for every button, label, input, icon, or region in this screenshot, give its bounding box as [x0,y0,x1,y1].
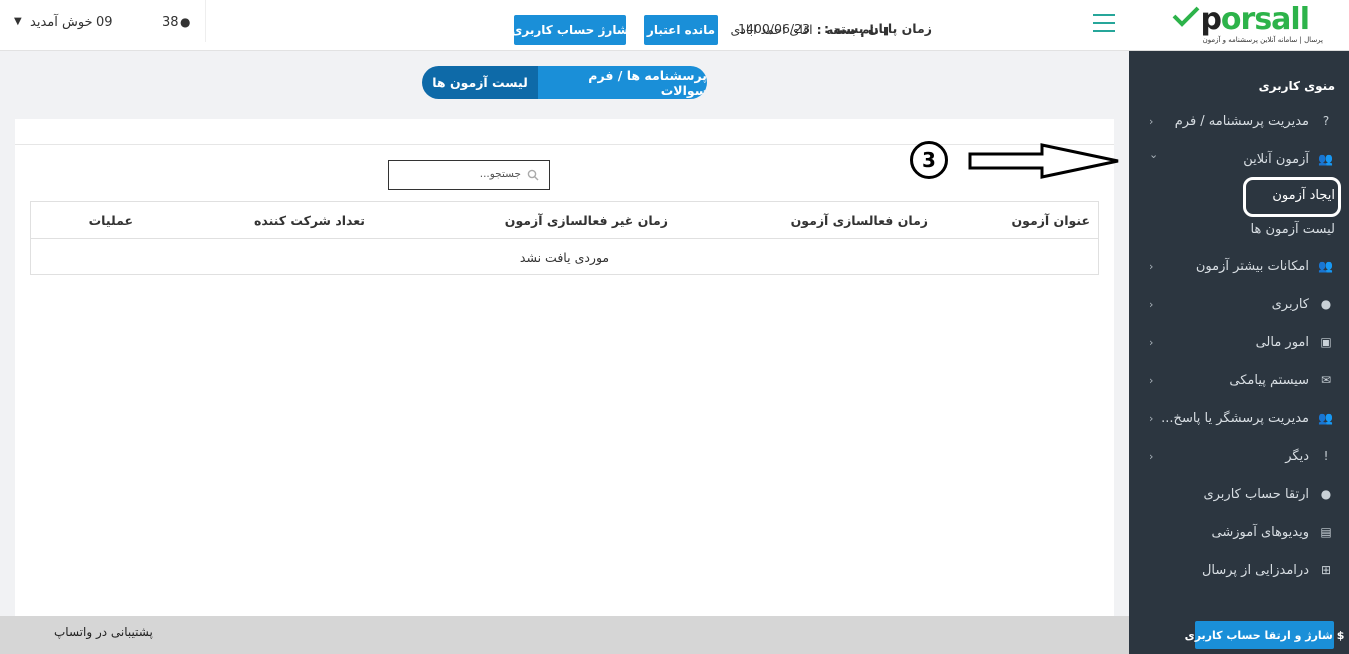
view-tabs: لیست آزمون ها پرسشنامه ها / فرم سوالات [422,66,707,99]
sidebar-item-respondent-management[interactable]: 👥 مدیریت پرسشگر یا پاسخ... ‹ [1129,399,1349,437]
sidebar-item-label: امور مالی [1255,334,1309,350]
chevron-down-icon: ⌄ [1149,148,1159,161]
sidebar-item-questionnaire-management[interactable]: ? مدیریت پرسشنامه / فرم ‹ [1129,102,1349,140]
sidebar-item-sms-system[interactable]: ✉ سیستم پیامکی ‹ [1129,361,1349,399]
sidebar-item-earn-income[interactable]: ⊞ درامدزایی از پرسال [1129,551,1349,589]
panel-divider [15,144,1114,145]
sidebar: porsall پرسال | سامانه آنلاین پرسشنامه و… [1129,0,1349,654]
users-icon: 👥 [1318,152,1333,166]
chevron-left-icon: ‹ [1149,297,1154,311]
user-menu[interactable]: ▼ خوش آمدید 09 38 ● [14,15,194,35]
envelope-icon: ✉ [1320,373,1332,387]
chevron-left-icon: ‹ [1149,449,1154,463]
sidebar-item-label: ویدیوهای آموزشی [1211,524,1309,540]
sidebar-item-more-exam-features[interactable]: 👥 امکانات بیشتر آزمون ‹ [1129,247,1349,285]
sidebar-item-label: دیگر [1285,448,1309,464]
chevron-left-icon: ‹ [1149,259,1154,273]
file-video-icon: ▤ [1320,525,1332,539]
whatsapp-support-link[interactable]: پشتیبانی در واتساپ [54,625,153,639]
chevron-left-icon: ‹ [1149,335,1154,349]
package-name-value: اقای احمد ابادی [730,22,813,37]
highlight-annotation [1243,177,1341,217]
column-actions: عملیات [88,213,133,228]
step-number-badge: 3 [910,141,948,179]
sidebar-item-label: آزمون آنلاین [1243,151,1309,167]
header-divider [205,0,206,42]
logo[interactable]: porsall پرسال | سامانه آنلاین پرسشنامه و… [1129,0,1349,51]
user-greeting: خوش آمدید [30,15,93,30]
user-phone-suffix: 38 [162,15,179,30]
tab-questionnaires[interactable]: پرسشنامه ها / فرم سوالات [538,66,707,99]
sidebar-item-online-exam[interactable]: 👥 آزمون آنلاین ⌄ [1129,140,1349,178]
sidebar-item-tutorial-videos[interactable]: ▤ ویدیوهای آموزشی [1129,513,1349,551]
table-header-row: عنوان آزمون زمان فعالسازی آزمون زمان غیر… [31,202,1098,239]
search-input[interactable]: جستجو... [388,160,550,190]
logo-tagline: پرسال | سامانه آنلاین پرسشنامه و آزمون [1202,36,1323,44]
hamburger-menu-icon[interactable] [1093,14,1115,34]
users-icon: 👥 [1318,411,1333,425]
column-deactivation-time[interactable]: زمان غیر فعالسازی آزمون [505,213,668,228]
chevron-left-icon: ‹ [1149,411,1154,425]
money-icon: ▣ [1320,335,1332,349]
sidebar-item-label: درامدزایی از پرسال [1201,562,1309,578]
annotation-arrow [968,143,1119,179]
sidebar-item-label: مدیریت پرسشگر یا پاسخ... [1161,410,1309,426]
checkmark-logo-icon [1172,6,1200,27]
package-name-info: ▮ نام بسته : اقای احمد ابادی [731,22,889,37]
footer-bar: پشتیبانی در واتساپ [0,616,1129,654]
package-name-label: نام بسته : [816,22,879,37]
sidebar-subitem-exam-list[interactable]: لیست آزمون ها [1251,222,1335,237]
search-placeholder: جستجو... [479,168,521,180]
gift-icon: ⊞ [1320,563,1332,577]
user-icon: ● [180,15,191,29]
remaining-balance-button[interactable]: مانده اعتبار [644,15,718,45]
user-icon: ● [1320,297,1332,311]
sidebar-item-finance[interactable]: ▣ امور مالی ‹ [1129,323,1349,361]
sidebar-item-label: کاربری [1271,296,1309,312]
search-icon [527,169,539,181]
top-bar: ▼ خوش آمدید 09 38 ● شارژ حساب کاربری مان… [0,0,1129,51]
tab-exam-list[interactable]: لیست آزمون ها [422,66,538,99]
user-icon: ● [1320,487,1332,501]
empty-table-message: موردی یافت نشد [519,250,610,265]
sidebar-item-other[interactable]: ! دیگر ‹ [1129,437,1349,475]
sidebar-item-label: امکانات بیشتر آزمون [1195,258,1309,274]
logo-wordmark: porsall [1200,2,1310,37]
sidebar-item-label: سیستم پیامکی [1229,372,1309,388]
user-menu-title: منوی کاربری [1258,79,1335,93]
exams-table: عنوان آزمون زمان فعالسازی آزمون زمان غیر… [30,201,1099,275]
sidebar-item-label: ارتقا حساب کاربری [1203,486,1309,502]
user-dropdown-icon[interactable]: ▼ [14,16,22,27]
column-participant-count[interactable]: تعداد شرکت کننده [254,213,365,228]
chevron-left-icon: ‹ [1149,373,1154,387]
book-icon: ▮ [882,24,889,37]
chevron-left-icon: ‹ [1149,114,1154,128]
content-panel [15,119,1114,616]
column-activation-time[interactable]: زمان فعالسازی آزمون [791,213,928,228]
sidebar-item-label: مدیریت پرسشنامه / فرم [1174,113,1309,129]
charge-upgrade-button[interactable]: $ شارژ و ارتقا حساب کاربری [1185,621,1344,649]
footer-sidebar-area: $ شارژ و ارتقا حساب کاربری [1129,616,1349,654]
charge-account-button[interactable]: شارژ حساب کاربری [511,15,629,45]
sidebar-item-upgrade-account[interactable]: ● ارتقا حساب کاربری [1129,475,1349,513]
user-phone-prefix: 09 [96,15,113,30]
sidebar-item-user[interactable]: ● کاربری ‹ [1129,285,1349,323]
column-exam-title[interactable]: عنوان آزمون [1011,213,1090,228]
exclamation-icon: ! [1323,449,1329,463]
question-icon: ? [1322,114,1330,128]
users-icon: 👥 [1318,259,1333,273]
